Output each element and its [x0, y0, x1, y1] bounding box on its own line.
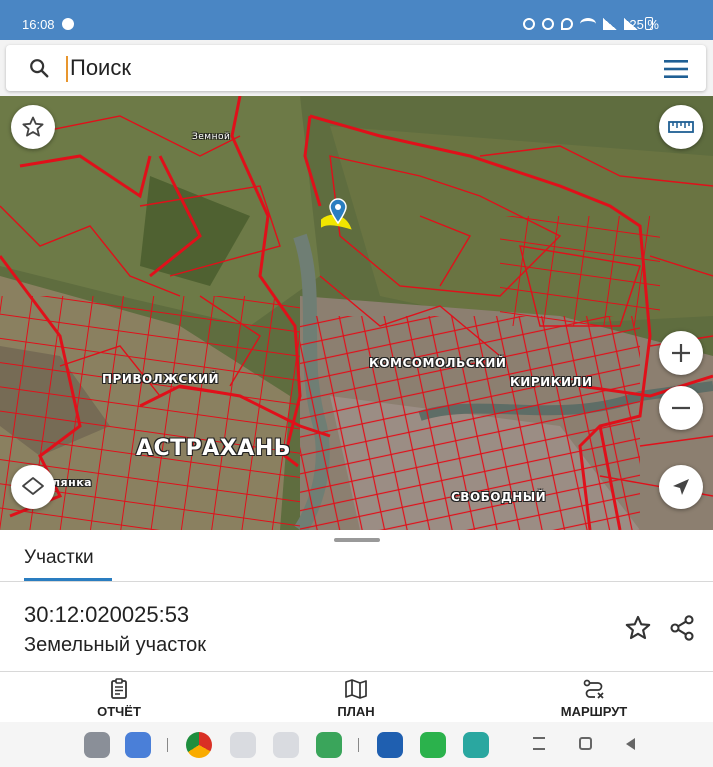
- parcel-type-label: Земельный участок: [24, 634, 207, 656]
- battery-percent: 25 %: [629, 17, 659, 32]
- route-label: МАРШРУТ: [560, 704, 628, 719]
- layers-icon: [22, 477, 44, 495]
- map-view[interactable]: Земной ПРИВОЛЖСКИЙ КОМСОМОЛЬСКИЙ КИРИКИЛ…: [0, 96, 713, 530]
- layers-button[interactable]: [11, 465, 55, 509]
- plus-icon: [672, 344, 690, 362]
- map-label-astrakhan: АСТРАХАНЬ: [136, 436, 291, 461]
- my-location-button[interactable]: [659, 465, 703, 509]
- location-pin-icon[interactable]: [329, 198, 347, 224]
- signal-1-icon: [603, 17, 617, 30]
- sync-icon: [523, 17, 535, 30]
- search-input[interactable]: [70, 51, 630, 85]
- search-box: [6, 45, 706, 91]
- tab-parcels[interactable]: Участки: [24, 547, 94, 569]
- dock-separator: [358, 738, 359, 752]
- zoom-in-button[interactable]: [659, 331, 703, 375]
- whatsapp-notification-icon: [62, 18, 74, 30]
- ruler-icon: [668, 121, 694, 133]
- map-label-zemnoy: Земной: [192, 132, 231, 142]
- whatsapp-business-icon[interactable]: [420, 732, 446, 758]
- alarm-icon: [542, 17, 554, 30]
- menu-icon[interactable]: [664, 60, 688, 78]
- folder-app-icon-2[interactable]: [273, 732, 299, 758]
- app-screen: 16:08 25 % Поиск Земной ПРИВОЛЖСКИЙ КОМС…: [0, 0, 713, 767]
- map-label-privolzhsky: ПРИВОЛЖСКИЙ: [102, 372, 220, 386]
- map-label-komsomolsky: КОМСОМОЛЬСКИЙ: [369, 356, 507, 370]
- status-bar: 16:08 25 %: [0, 0, 713, 40]
- minus-icon: [672, 406, 690, 410]
- star-outline-icon[interactable]: [624, 614, 652, 642]
- location-icon: [561, 17, 573, 30]
- folder-app-icon[interactable]: [230, 732, 256, 758]
- wifi-icon: [580, 17, 596, 30]
- dock-separator: [167, 738, 168, 752]
- search-icon[interactable]: [28, 57, 50, 79]
- sheet-drag-handle[interactable]: [334, 538, 380, 542]
- parcel-sheet: Участки 30:12:020025:53 Земельный участо…: [0, 530, 713, 672]
- favorite-map-button[interactable]: [11, 105, 55, 149]
- zoom-out-button[interactable]: [659, 386, 703, 430]
- satellite-map: [0, 96, 713, 530]
- status-time: 16:08: [22, 17, 55, 32]
- chrome-app-icon[interactable]: [186, 732, 212, 758]
- route-button[interactable]: МАРШРУТ: [514, 676, 674, 722]
- parcel-cadastral-number: 30:12:020025:53: [24, 602, 190, 627]
- cadastral-app-icon[interactable]: [377, 732, 403, 758]
- back-icon[interactable]: [626, 738, 635, 750]
- star-outline-icon: [22, 116, 44, 137]
- report-label: ОТЧЁТ: [97, 704, 141, 719]
- text-caret: [66, 56, 68, 82]
- recent-apps-icon[interactable]: [533, 737, 545, 750]
- map-label-lyanka: лянка: [52, 476, 93, 489]
- plan-button[interactable]: ПЛАН: [276, 676, 436, 722]
- notes-app-icon[interactable]: [463, 732, 489, 758]
- map-label-svobodny: СВОБОДНЫЙ: [451, 490, 547, 504]
- report-button[interactable]: ОТЧЁТ: [39, 676, 199, 722]
- app-drawer-icon[interactable]: [84, 732, 110, 758]
- maps-app-icon[interactable]: [316, 732, 342, 758]
- plan-label: ПЛАН: [337, 704, 375, 719]
- route-icon: [583, 679, 604, 699]
- clipboard-icon: [111, 678, 127, 699]
- system-nav-bar: [0, 722, 713, 767]
- map-icon: [345, 679, 367, 699]
- navigation-arrow-icon: [673, 479, 689, 495]
- divider: [0, 581, 713, 582]
- map-label-kirikili: КИРИКИЛИ: [510, 375, 593, 389]
- share-icon[interactable]: [668, 614, 696, 642]
- home-icon[interactable]: [579, 737, 592, 750]
- action-bar: ОТЧЁТ ПЛАН МАРШРУТ: [0, 672, 713, 722]
- files-app-icon[interactable]: [125, 732, 151, 758]
- search-bar: [0, 40, 713, 96]
- ruler-button[interactable]: [659, 105, 703, 149]
